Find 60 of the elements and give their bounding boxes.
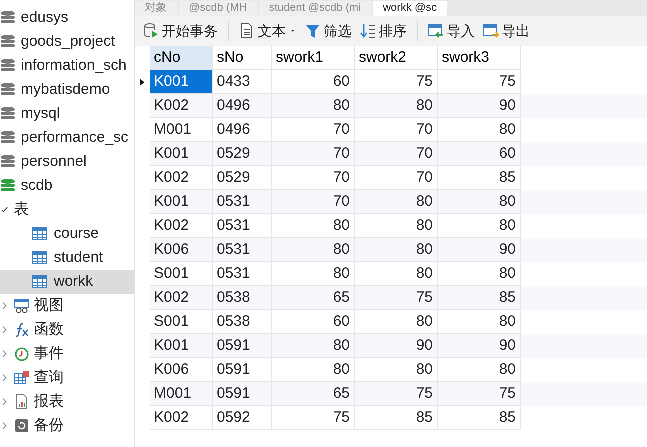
tree-item[interactable]: 报表 [0,390,134,414]
tree-item[interactable]: 事件 [0,342,134,366]
tree-item[interactable]: student [0,246,134,270]
table-import-icon [428,23,444,39]
sidebar-item[interactable]: personnel [0,150,134,174]
column-header[interactable]: cNo [150,46,213,70]
view-icon [14,298,30,314]
sort-icon [360,23,376,39]
sidebar-item[interactable]: scdb [0,174,134,198]
table-cell: 85 [438,406,521,430]
table-cell: 0592 [213,406,272,430]
tree-item[interactable]: 视图 [0,294,134,318]
row-pointer-icon [138,78,147,86]
table-export-icon [483,23,499,39]
column-header[interactable]: swork1 [272,46,355,70]
tree-item[interactable]: 表 [0,198,134,222]
table-row[interactable]: K006 0531 80 80 90 [135,238,647,262]
backup-icon [14,418,30,434]
sidebar-item[interactable]: goods_project [0,30,134,54]
sidebar-item[interactable]: mysql [0,102,134,126]
tree-item[interactable]: workk [0,270,134,294]
column-header[interactable]: sNo [213,46,272,70]
clock-icon [14,346,30,362]
column-header[interactable]: swork3 [438,46,521,70]
sidebar-item[interactable]: edusys [0,6,134,30]
filter-icon [305,23,321,39]
table-row[interactable]: K001 0531 70 80 80 [135,190,647,214]
sidebar-item[interactable]: performance_sc [0,126,134,150]
table-cell: K001 [150,70,213,94]
report-icon [14,394,30,410]
toolbar-button[interactable]: 排序 [358,19,409,43]
table-cell: 75 [272,406,355,430]
table-row[interactable]: M001 0591 65 75 75 [135,382,647,406]
tree-item[interactable]: 备份 [0,414,134,438]
toolbar-button[interactable]: 导入 [426,19,477,43]
table-icon [32,226,48,242]
table-row[interactable]: K001 0529 70 70 60 [135,142,647,166]
caret-icon [289,27,297,35]
table-cell: 85 [355,406,438,430]
tree-item[interactable]: 查询 [0,366,134,390]
table-icon [32,250,48,266]
toolbar-button[interactable]: 开始事务 [141,19,220,43]
table-row[interactable]: K002 0538 65 75 85 [135,286,647,310]
document-icon [239,23,255,39]
table-row[interactable]: K001 0591 80 90 90 [135,334,647,358]
toolbar-button[interactable]: 文本 [237,19,299,43]
sidebar-item[interactable]: mybatisdemo [0,78,134,102]
table-icon [32,274,48,290]
query-icon [14,370,30,386]
sidebar-item[interactable]: information_sch [0,54,134,78]
column-header[interactable]: swork2 [355,46,438,70]
tree-item[interactable]: 函数 [0,318,134,342]
function-icon [14,322,30,338]
table-cell: K002 [150,406,213,430]
toolbar-button[interactable]: 筛选 [303,19,354,43]
toolbar-button[interactable]: 导出 [481,19,532,43]
database-play-icon [143,23,159,39]
table-row[interactable]: K002 0496 80 80 90 [135,94,647,118]
tree-item[interactable]: course [0,222,134,246]
tab[interactable]: workk @sc [373,1,448,16]
